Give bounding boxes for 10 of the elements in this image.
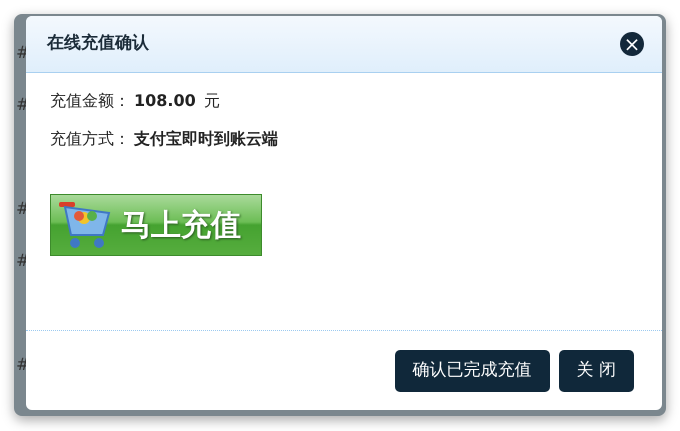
- close-button[interactable]: ×: [620, 32, 644, 56]
- unit-label: 元: [204, 91, 220, 111]
- field-value: 支付宝即时到账云端: [134, 129, 278, 149]
- shopping-cart-icon: [57, 199, 113, 251]
- field-label: 充值金额：: [50, 91, 130, 111]
- field-label: 充值方式：: [50, 129, 130, 149]
- field-value: 108.00: [134, 91, 196, 111]
- dialog-title: 在线充值确认: [47, 32, 149, 56]
- confirm-button[interactable]: 确认已完成充值: [394, 350, 550, 392]
- close-dialog-button[interactable]: 关 闭: [558, 350, 634, 392]
